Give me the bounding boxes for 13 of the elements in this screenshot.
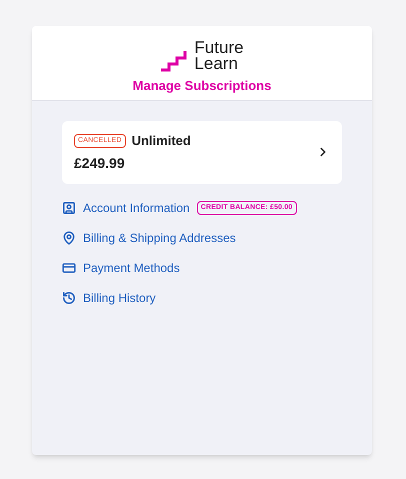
logo-text: Future xyxy=(194,40,244,56)
map-pin-icon xyxy=(62,231,76,245)
menu-link[interactable]: Account Information xyxy=(83,199,190,217)
page-title: Manage Subscriptions xyxy=(132,77,272,95)
credit-card-icon xyxy=(62,261,76,275)
menu-link[interactable]: Billing & Shipping Addresses xyxy=(83,229,236,247)
logo-text: Learn xyxy=(194,56,239,72)
account-icon xyxy=(62,201,76,215)
menu-link[interactable]: Payment Methods xyxy=(83,259,180,277)
history-icon xyxy=(62,291,76,305)
price: £249.99 xyxy=(74,154,126,172)
menu-link[interactable]: Billing History xyxy=(83,289,156,307)
plan-name: Unlimited xyxy=(132,132,191,150)
